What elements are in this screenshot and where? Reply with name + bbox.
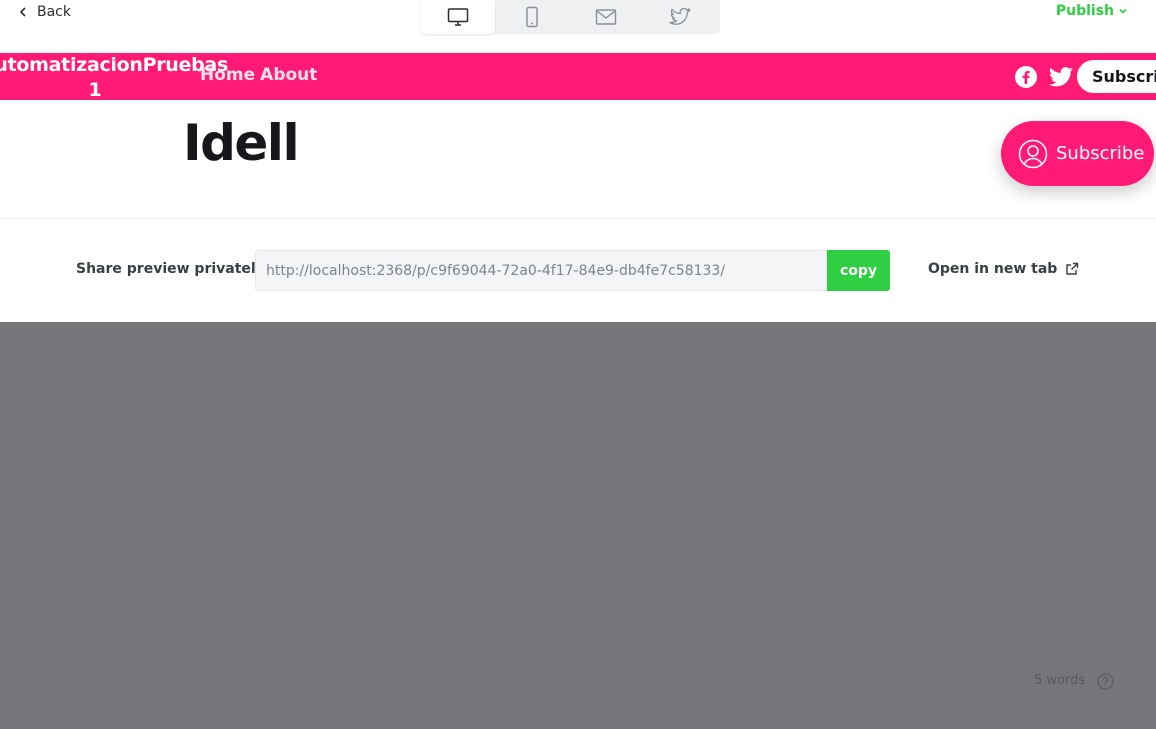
back-button[interactable]: Back (18, 2, 71, 22)
chevron-down-icon (1119, 8, 1127, 14)
share-url-input[interactable] (255, 250, 827, 291)
modal-backdrop (0, 322, 1156, 729)
publish-button[interactable]: Publish (1056, 3, 1128, 19)
twitter-icon (669, 7, 691, 25)
help-icon[interactable] (1097, 673, 1114, 690)
nav-subscribe-button[interactable]: Subscribe (1077, 60, 1156, 93)
chevron-left-icon (19, 7, 26, 17)
nav-link-about[interactable]: About (260, 65, 317, 85)
mobile-preview-button[interactable] (495, 0, 569, 34)
post-title: Idell (183, 114, 300, 172)
mobile-icon (526, 6, 538, 28)
preview-toolbar: Back Publish (0, 0, 1156, 53)
word-count: 5 words (1034, 673, 1086, 688)
external-link-icon (1066, 262, 1079, 275)
facebook-icon[interactable] (1015, 66, 1037, 88)
floating-subscribe-label: Subscribe (1056, 143, 1145, 164)
desktop-icon (447, 8, 469, 26)
open-in-new-tab-link[interactable]: Open in new tab (928, 261, 1079, 277)
desktop-preview-button[interactable] (421, 0, 495, 34)
publish-label: Publish (1055, 3, 1114, 19)
open-in-new-tab-label: Open in new tab (928, 261, 1058, 277)
copy-button[interactable]: copy (827, 250, 890, 291)
twitter-icon[interactable] (1049, 67, 1073, 87)
twitter-preview-button[interactable] (643, 0, 717, 34)
user-icon (1018, 139, 1048, 168)
email-icon (595, 9, 617, 25)
nav-link-home[interactable]: Home (200, 65, 255, 85)
floating-subscribe-button[interactable]: Subscribe (1001, 121, 1154, 186)
device-switcher (421, 0, 720, 34)
email-preview-button[interactable] (569, 0, 643, 34)
site-navigation-bar: AutomatizacionPruebas 1 Home About Subsc… (0, 53, 1156, 100)
site-nav-links: Home About (200, 65, 317, 85)
site-title[interactable]: AutomatizacionPruebas 1 (0, 53, 228, 100)
share-preview-bar: Share preview privately copy Open in new… (0, 219, 1156, 322)
post-preview: Idell Subscribe (0, 100, 1156, 219)
share-preview-label: Share preview privately (76, 261, 265, 277)
back-label: Back (37, 4, 71, 20)
